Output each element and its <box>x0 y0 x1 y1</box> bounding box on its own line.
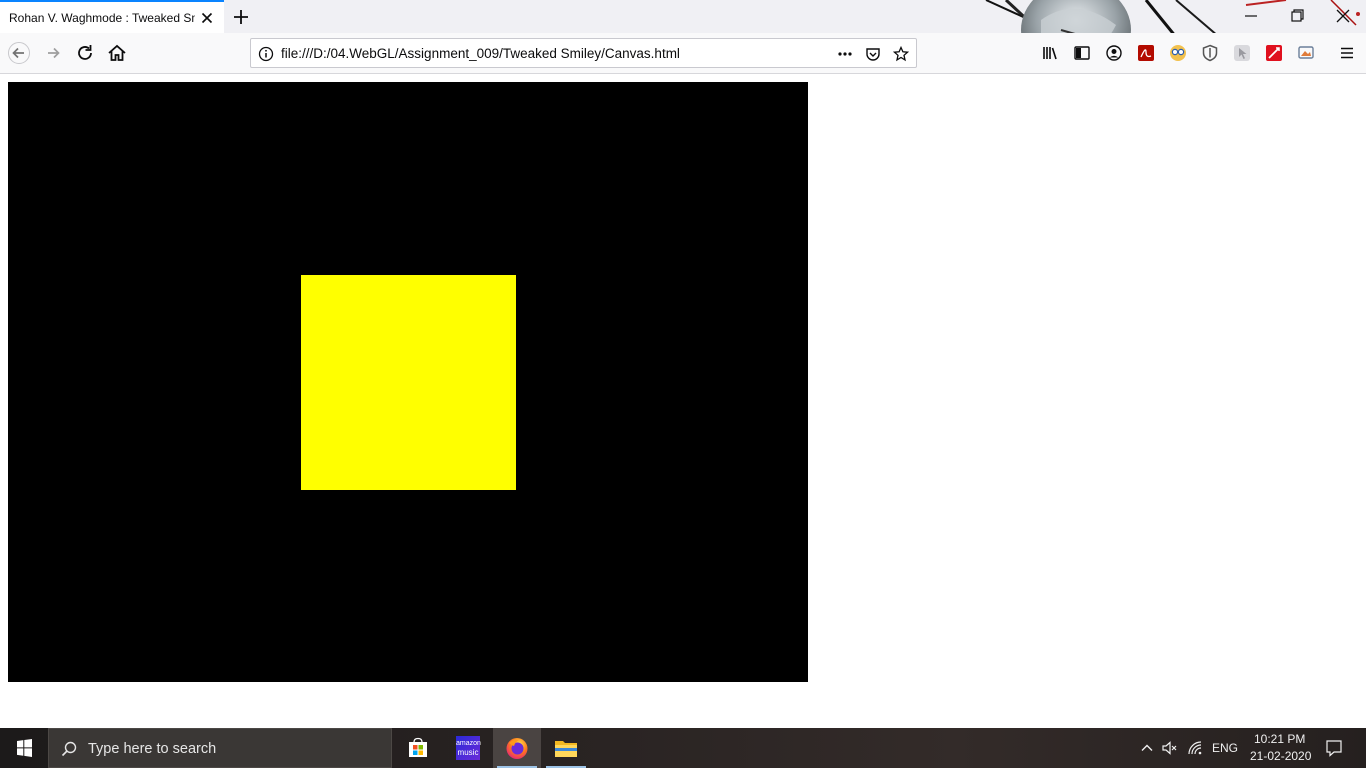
search-placeholder: Type here to search <box>88 741 217 757</box>
extension-shield-icon[interactable] <box>1201 44 1219 62</box>
page-content <box>0 74 1366 728</box>
firefox-app[interactable] <box>493 728 541 768</box>
webgl-canvas[interactable] <box>8 82 808 682</box>
amazon-label: amazon <box>456 740 481 747</box>
url-text[interactable]: file:///D:/04.WebGL/Assignment_009/Tweak… <box>281 46 680 61</box>
sidebar-icon[interactable] <box>1073 44 1091 62</box>
back-icon[interactable] <box>8 42 30 64</box>
search-icon <box>61 741 77 757</box>
folder-icon <box>555 741 577 757</box>
new-tab-icon[interactable] <box>231 7 251 27</box>
extension-cursor-icon[interactable] <box>1233 44 1251 62</box>
taskbar: Type here to search amazon music ENG 10:… <box>0 728 1366 768</box>
account-icon[interactable] <box>1105 44 1123 62</box>
wifi-icon[interactable] <box>1187 740 1203 756</box>
browser-tab[interactable]: Rohan V. Waghmode : Tweaked Smiley <box>0 0 224 33</box>
clock-time[interactable]: 10:21 PM <box>1254 732 1305 746</box>
tab-title: Rohan V. Waghmode : Tweaked Smiley <box>9 11 195 25</box>
bookmark-star-icon[interactable] <box>893 46 909 62</box>
close-window-icon[interactable] <box>1334 8 1352 24</box>
extension-pdf-icon[interactable] <box>1137 44 1155 62</box>
reload-icon[interactable] <box>74 42 96 64</box>
info-icon[interactable] <box>258 46 274 62</box>
yellow-square <box>300 274 516 490</box>
menu-hamburger-icon[interactable] <box>1338 44 1356 62</box>
windows-start-icon[interactable] <box>0 728 48 768</box>
forward-icon[interactable] <box>42 42 64 64</box>
action-center-icon[interactable] <box>1325 739 1343 757</box>
extension-screenshot-icon[interactable] <box>1297 44 1315 62</box>
close-tab-icon[interactable] <box>199 10 215 26</box>
pocket-icon[interactable] <box>865 46 881 62</box>
language-indicator[interactable]: ENG <box>1212 741 1238 755</box>
volume-muted-icon[interactable] <box>1161 740 1177 756</box>
navigation-toolbar: file:///D:/04.WebGL/Assignment_009/Tweak… <box>0 33 1366 74</box>
music-label: music <box>457 748 479 757</box>
firefox-icon <box>506 738 528 759</box>
home-icon[interactable] <box>106 42 128 64</box>
amazon-music-icon: amazon music <box>456 736 481 760</box>
microsoft-store-app[interactable] <box>394 728 442 768</box>
file-explorer-app[interactable] <box>542 728 590 768</box>
address-bar[interactable]: file:///D:/04.WebGL/Assignment_009/Tweak… <box>250 38 917 68</box>
tab-strip: Rohan V. Waghmode : Tweaked Smiley <box>0 0 1366 33</box>
restore-icon[interactable] <box>1288 8 1306 24</box>
extension-red-icon[interactable] <box>1265 44 1283 62</box>
extension-glasses-icon[interactable] <box>1169 44 1187 62</box>
taskbar-search-box[interactable]: Type here to search <box>48 728 392 768</box>
minimize-icon[interactable] <box>1242 8 1260 24</box>
show-hidden-icons-icon[interactable] <box>1139 740 1155 756</box>
store-bag-icon <box>409 737 427 757</box>
clock-date[interactable]: 21-02-2020 <box>1250 749 1311 763</box>
amazon-music-app[interactable]: amazon music <box>444 728 492 768</box>
page-actions-icon[interactable] <box>837 46 853 62</box>
library-icon[interactable] <box>1041 44 1059 62</box>
